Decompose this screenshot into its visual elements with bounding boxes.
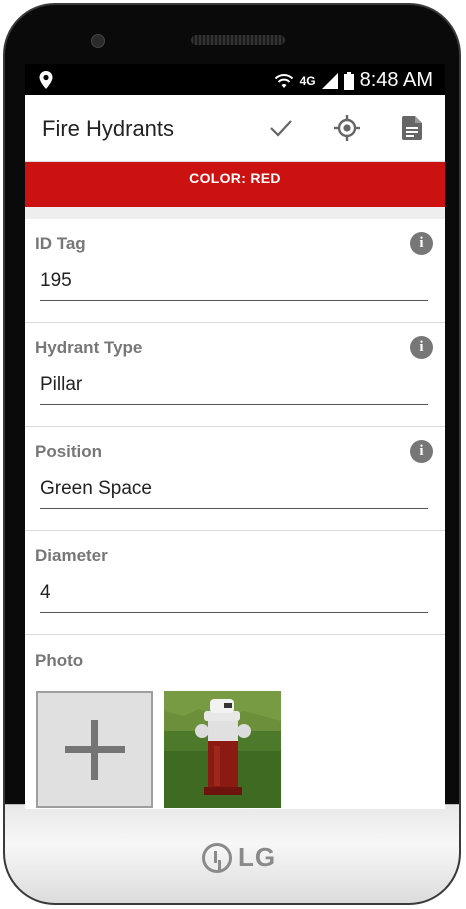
page-title: Fire Hydrants	[42, 116, 175, 141]
field-label: Photo	[35, 651, 84, 670]
position-input[interactable]: Green Space	[40, 478, 152, 500]
field-label: Position	[35, 442, 103, 461]
input-underline	[40, 612, 428, 613]
input-underline	[40, 508, 428, 509]
gps-target-icon	[334, 115, 360, 141]
brand-name: LG	[238, 842, 277, 872]
input-underline	[40, 404, 428, 405]
status-indicators: 4G 8:48 AM	[274, 69, 433, 92]
field-label: ID Tag	[35, 234, 86, 253]
form-details-button[interactable]	[397, 113, 427, 143]
front-camera	[91, 34, 105, 48]
location-pin-icon	[39, 71, 53, 89]
field-label: Diameter	[35, 546, 108, 565]
hydrant-type-field[interactable]: Hydrant Type i Pillar	[25, 323, 445, 427]
info-icon[interactable]: i	[410, 440, 433, 463]
lg-logo-icon	[202, 842, 232, 873]
add-photo-button[interactable]	[36, 691, 153, 808]
diameter-field[interactable]: Diameter 4	[25, 531, 445, 635]
color-banner: COLOR: RED	[25, 162, 445, 207]
hydrant-photo	[164, 691, 281, 808]
id-tag-field[interactable]: ID Tag i 195	[25, 219, 445, 323]
position-field[interactable]: Position i Green Space	[25, 427, 445, 531]
signal-icon	[321, 72, 338, 89]
info-icon[interactable]: i	[410, 336, 433, 359]
brand-logo: LG	[202, 842, 276, 873]
photo-section: Photo	[25, 635, 445, 809]
status-bar: 4G 8:48 AM	[25, 64, 445, 95]
battery-icon	[343, 71, 354, 90]
input-underline	[40, 300, 428, 301]
hydrant-type-input[interactable]: Pillar	[40, 374, 82, 396]
save-button[interactable]	[266, 113, 296, 143]
diameter-input[interactable]: 4	[40, 582, 51, 604]
locate-button[interactable]	[332, 113, 362, 143]
document-icon	[402, 116, 422, 140]
app-screen: 4G 8:48 AM Fire Hydrants COLOR: RED ID T…	[25, 64, 445, 809]
field-label: Hydrant Type	[35, 338, 143, 357]
section-divider	[25, 207, 445, 219]
info-icon[interactable]: i	[410, 232, 433, 255]
hydrant-photo-thumbnail[interactable]	[164, 691, 281, 808]
wifi-icon	[274, 73, 293, 88]
id-tag-input[interactable]: 195	[40, 270, 72, 292]
network-type: 4G	[299, 73, 316, 88]
bottom-bezel: LG	[5, 804, 459, 903]
earpiece-speaker	[191, 35, 285, 45]
check-icon	[270, 120, 292, 137]
app-bar: Fire Hydrants	[25, 95, 445, 162]
clock: 8:48 AM	[359, 69, 433, 91]
